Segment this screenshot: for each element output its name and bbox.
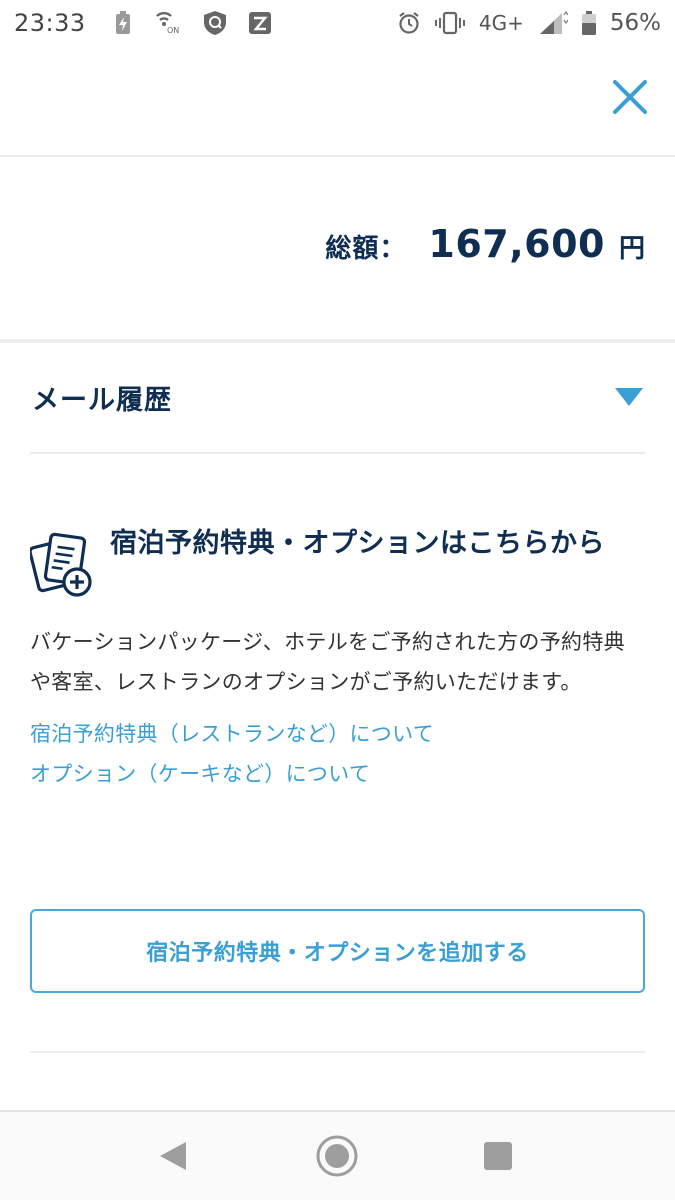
- screen: 23:33 ON 4G+ 56% 総額： 167,600 円 メール履歴 宿泊予…: [0, 0, 675, 1200]
- svg-text:ON: ON: [167, 26, 179, 34]
- link-stay-benefits[interactable]: 宿泊予約特典（レストランなど）について: [30, 714, 645, 754]
- mail-history-divider: [30, 452, 645, 454]
- status-left-icons: ON: [112, 10, 272, 36]
- options-section: 宿泊予約特典・オプションはこちらから バケーションパッケージ、ホテルをご予約され…: [30, 520, 645, 794]
- vibrate-icon: [434, 11, 465, 35]
- battery-saver-icon: [112, 11, 134, 35]
- vpn-shield-icon: [202, 10, 228, 36]
- alarm-icon: [397, 11, 421, 35]
- recents-button[interactable]: [468, 1126, 528, 1186]
- caret-down-icon: [615, 387, 643, 407]
- battery-percent: 56%: [609, 10, 661, 36]
- link-options-cake[interactable]: オプション（ケーキなど）について: [30, 754, 645, 794]
- total-label: 総額：: [325, 234, 407, 264]
- modal-header: [0, 46, 675, 156]
- options-links: 宿泊予約特典（レストランなど）について オプション（ケーキなど）について: [30, 714, 645, 794]
- status-right-icons: 4G+ 56%: [397, 10, 661, 36]
- signal-icon: [538, 11, 568, 35]
- battery-icon: [581, 11, 596, 35]
- close-icon: [612, 79, 648, 115]
- header-divider: [0, 155, 675, 157]
- home-icon: [315, 1134, 359, 1178]
- network-type: 4G+: [478, 11, 524, 35]
- total-amount: 167,600: [428, 222, 605, 266]
- total-price: 総額： 167,600 円: [325, 222, 645, 266]
- total-unit: 円: [618, 234, 645, 264]
- document-add-icon: [30, 530, 96, 600]
- back-button[interactable]: [143, 1126, 203, 1186]
- options-header: 宿泊予約特典・オプションはこちらから: [30, 520, 645, 600]
- bottom-divider: [30, 1051, 645, 1053]
- mail-history-title: メール履歴: [32, 384, 172, 416]
- home-button[interactable]: [307, 1126, 367, 1186]
- close-button[interactable]: [611, 78, 649, 116]
- system-nav-bar: [0, 1110, 675, 1200]
- nfc-icon: ON: [154, 12, 182, 34]
- app-icon: [248, 11, 272, 35]
- status-time: 23:33: [14, 9, 86, 37]
- add-options-button[interactable]: 宿泊予約特典・オプションを追加する: [30, 909, 645, 993]
- back-icon: [158, 1140, 188, 1172]
- status-bar: 23:33 ON 4G+ 56%: [0, 0, 675, 46]
- options-description: バケーションパッケージ、ホテルをご予約された方の予約特典や客室、レストランのオプ…: [30, 630, 625, 694]
- options-title: 宿泊予約特典・オプションはこちらから: [110, 528, 605, 559]
- mail-history-toggle[interactable]: メール履歴: [0, 343, 675, 451]
- recents-icon: [483, 1141, 513, 1171]
